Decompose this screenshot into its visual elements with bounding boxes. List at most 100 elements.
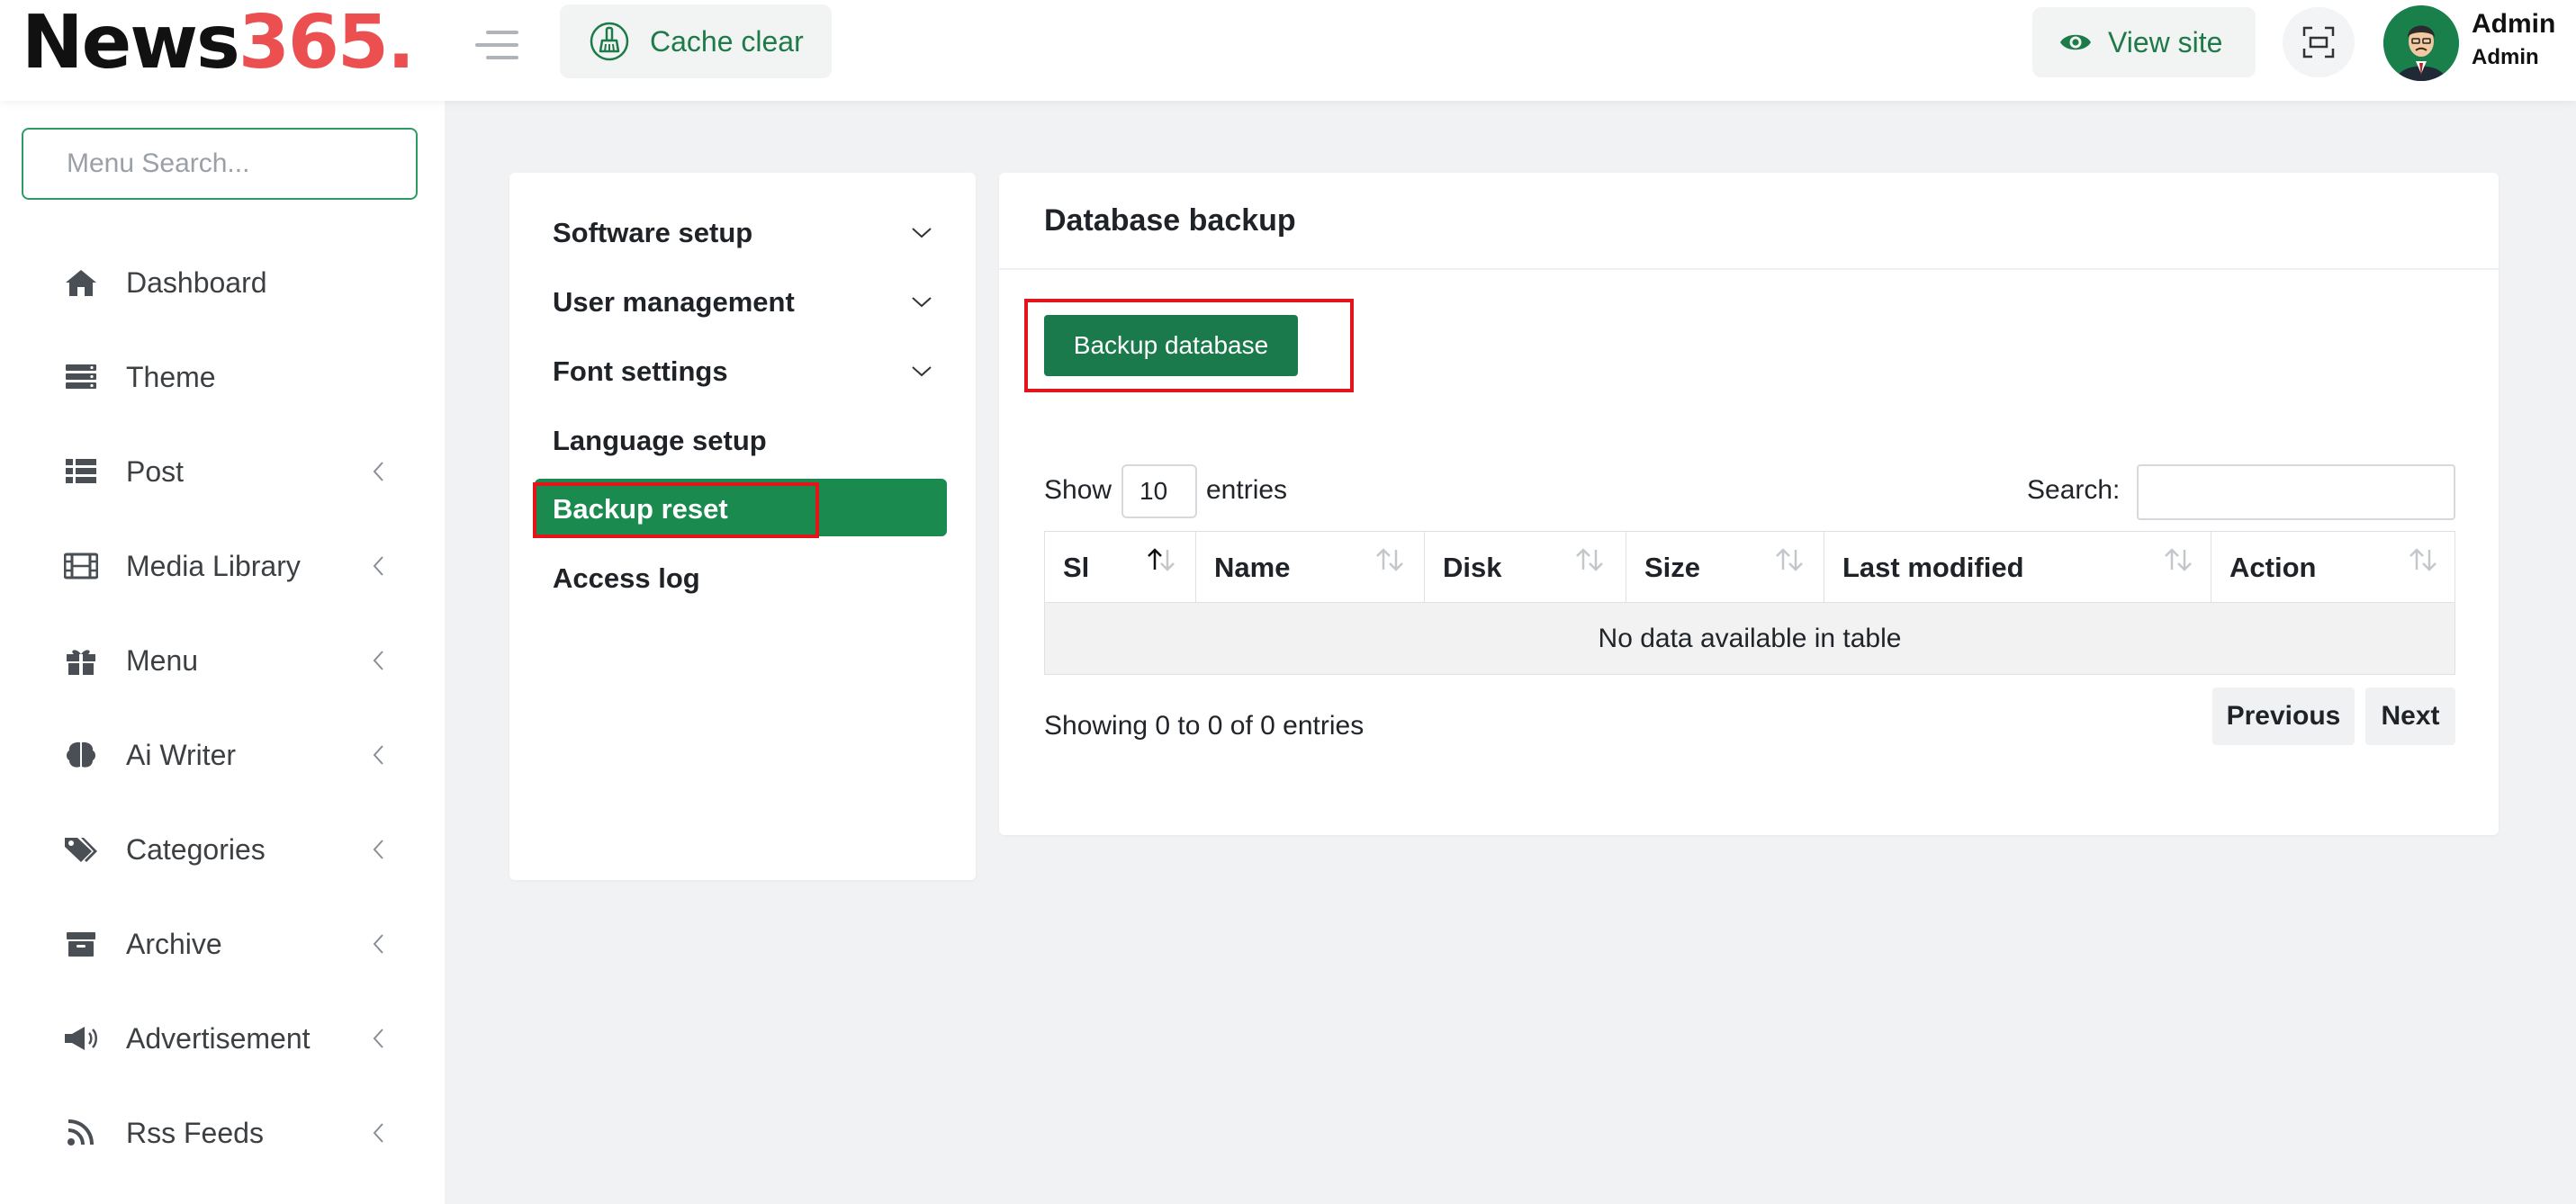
settings-item-label: User management [553, 286, 795, 318]
rss-icon [61, 1117, 101, 1149]
sidebar-item-advertisement[interactable]: Advertisement [0, 1002, 445, 1074]
sort-icon [1776, 548, 1803, 571]
archive-icon [61, 928, 101, 960]
sidebar-item-label: Menu [126, 643, 199, 677]
sidebar-item-label: Archive [126, 927, 222, 960]
chevron-left-icon [367, 457, 389, 486]
avatar[interactable] [2383, 5, 2459, 81]
entries-label: entries [1206, 475, 1288, 505]
chevron-down-icon [909, 221, 934, 243]
chevron-down-icon [909, 360, 934, 382]
view-site-button[interactable]: View site [2032, 7, 2256, 77]
settings-item-label: Access log [553, 562, 700, 594]
gift-icon [61, 644, 101, 677]
chevron-left-icon [367, 835, 389, 864]
column-label: Size [1644, 552, 1701, 583]
sidebar-item-post[interactable]: Post [0, 436, 445, 508]
table-search-input[interactable] [2137, 464, 2455, 520]
column-header-sl[interactable]: Sl [1044, 531, 1195, 603]
settings-item-label: Backup reset [553, 493, 728, 525]
column-header-name[interactable]: Name [1195, 531, 1424, 603]
sidebar-item-theme[interactable]: Theme [0, 341, 445, 413]
database-backup-card: Database backup Backup database Show 10 … [999, 173, 2499, 835]
page-title: Database backup [1044, 203, 1296, 238]
sidebar-item-media-library[interactable]: Media Library [0, 530, 445, 602]
settings-item-label: Language setup [553, 425, 767, 456]
user-role: Admin [2472, 45, 2539, 69]
sidebar-item-label: Dashboard [126, 265, 267, 299]
column-label: Last modified [1842, 552, 2024, 583]
settings-item-label: Font settings [553, 355, 728, 387]
table-empty-row: No data available in table [1044, 603, 2455, 675]
column-header-size[interactable]: Size [1626, 531, 1824, 603]
settings-item-access-log[interactable]: Access log [509, 549, 976, 606]
settings-item-software-setup[interactable]: Software setup [509, 203, 976, 261]
film-icon [61, 550, 101, 582]
broom-icon [590, 22, 629, 61]
sidebar-item-dashboard[interactable]: Dashboard [0, 247, 445, 319]
sidebar-item-rss-feeds[interactable]: Rss Feeds [0, 1097, 445, 1169]
divider [999, 268, 2499, 270]
cache-clear-label: Cache clear [650, 24, 804, 58]
settings-item-font-settings[interactable]: Font settings [509, 342, 976, 400]
next-page-button[interactable]: Next [2365, 687, 2455, 745]
settings-menu-card: Software setup User management Font sett… [509, 173, 976, 880]
chevron-left-icon [367, 1024, 389, 1053]
home-icon [61, 266, 101, 299]
chevron-left-icon [367, 646, 389, 675]
chevron-down-icon [909, 291, 934, 312]
logo-text-accent: 365. [238, 0, 415, 85]
search-label: Search: [2027, 475, 2121, 505]
sidebar-toggle-icon[interactable] [472, 27, 518, 63]
sidebar-item-label: Advertisement [126, 1021, 311, 1055]
layers-icon [61, 361, 101, 393]
tags-icon [61, 833, 101, 866]
sidebar-item-label: Post [126, 454, 185, 488]
cache-clear-button[interactable]: Cache clear [560, 4, 832, 78]
sidebar-item-categories[interactable]: Categories [0, 813, 445, 885]
column-label: Action [2229, 552, 2317, 583]
settings-item-language-setup[interactable]: Language setup [509, 411, 976, 469]
settings-item-user-management[interactable]: User management [509, 273, 976, 330]
fullscreen-icon [2302, 26, 2335, 58]
column-header-disk[interactable]: Disk [1424, 531, 1626, 603]
table-info: Showing 0 to 0 of 0 entries [1044, 711, 1365, 741]
column-label: Sl [1063, 552, 1090, 583]
settings-item-backup-reset[interactable]: Backup reset [509, 480, 976, 537]
list-icon [61, 455, 101, 488]
fullscreen-button[interactable] [2283, 7, 2355, 77]
entries-per-page-select[interactable]: 10 [1121, 464, 1197, 518]
sort-icon [1576, 548, 1603, 571]
sidebar-item-ai-writer[interactable]: Ai Writer [0, 719, 445, 791]
menu-search-input[interactable] [22, 128, 418, 200]
chevron-left-icon [367, 552, 389, 580]
column-label: Name [1214, 552, 1291, 583]
sidebar-item-label: Rss Feeds [126, 1116, 264, 1149]
logo-text-main: News [22, 0, 240, 85]
bullhorn-icon [61, 1022, 101, 1055]
show-label: Show [1044, 475, 1112, 505]
column-label: Disk [1443, 552, 1502, 583]
eye-icon [2060, 34, 2091, 50]
column-header-last-modified[interactable]: Last modified [1824, 531, 2211, 603]
sort-ascending-icon [1148, 548, 1175, 571]
sidebar-item-menu[interactable]: Menu [0, 624, 445, 696]
logo[interactable]: News365. [22, 0, 415, 85]
chevron-left-icon [367, 741, 389, 769]
brain-icon [61, 739, 101, 771]
sidebar-item-label: Media Library [126, 549, 301, 582]
view-site-label: View site [2108, 25, 2223, 58]
chevron-left-icon [367, 1119, 389, 1147]
user-name: Admin [2472, 9, 2556, 39]
top-bar: News365. Cache clear View site Admin Adm… [0, 0, 2576, 101]
previous-page-button[interactable]: Previous [2212, 687, 2355, 745]
sidebar-item-label: Ai Writer [126, 738, 237, 771]
backup-database-button[interactable]: Backup database [1044, 315, 1298, 376]
sort-icon [2409, 548, 2436, 571]
sort-icon [2165, 548, 2192, 571]
sidebar-item-archive[interactable]: Archive [0, 908, 445, 980]
sort-icon [1376, 548, 1403, 571]
column-header-action[interactable]: Action [2211, 531, 2455, 603]
settings-item-label: Software setup [553, 217, 753, 248]
sidebar: Dashboard Theme Post Media Library Menu … [0, 101, 445, 1204]
